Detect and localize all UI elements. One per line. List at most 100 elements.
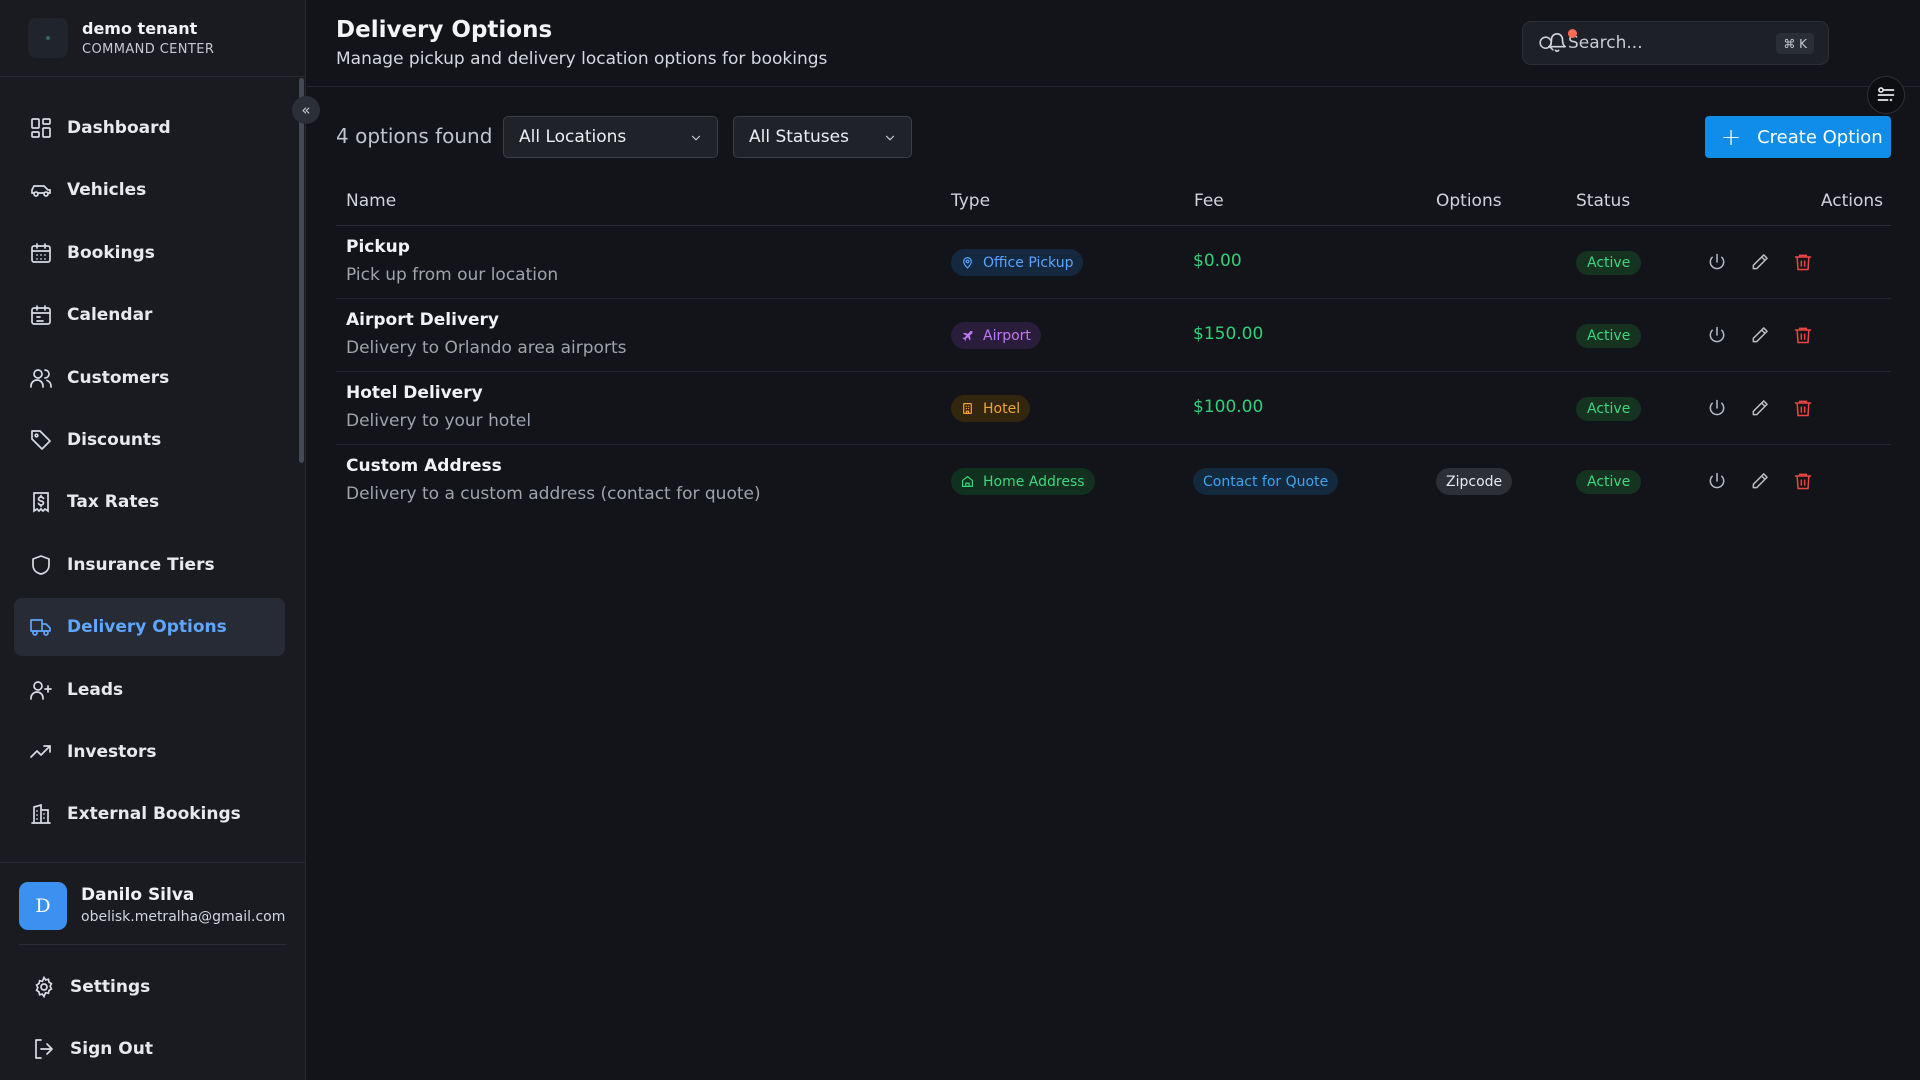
type-label: Home Address — [983, 473, 1085, 490]
calendar-days-icon — [31, 242, 51, 263]
pencil-icon[interactable] — [1750, 471, 1770, 491]
table-row[interactable]: Pickup Pick up from our location Office … — [336, 226, 1891, 299]
sidebar-item-label: Customers — [67, 367, 170, 388]
sidebar-item-investors[interactable]: Investors — [14, 723, 285, 781]
settings-button[interactable]: Settings — [32, 975, 150, 999]
log-out-icon — [35, 1039, 53, 1059]
option-description: Pick up from our location — [346, 265, 559, 285]
sidebar-item-external-bookings[interactable]: External Bookings — [14, 785, 285, 843]
status-filter-select[interactable]: All Statuses — [733, 116, 912, 158]
user-name: Danilo Silva — [81, 885, 195, 905]
create-option-button[interactable]: + Create Option — [1705, 116, 1891, 158]
column-header-status[interactable]: Status — [1576, 191, 1630, 211]
sidebar-item-label: Vehicles — [67, 180, 147, 201]
plane-icon — [962, 331, 973, 341]
sidebar-item-label: Insurance Tiers — [67, 554, 215, 575]
sidebar-item-tax-rates[interactable]: Tax Rates — [14, 473, 285, 531]
column-header-type[interactable]: Type — [951, 191, 990, 211]
column-header-fee[interactable]: Fee — [1194, 191, 1224, 211]
brand-subtitle: COMMAND CENTER — [82, 42, 215, 57]
sidebar-item-label: Delivery Options — [67, 617, 227, 638]
chevron-down-icon — [885, 135, 895, 141]
sidebar-item-discounts[interactable]: Discounts — [14, 411, 285, 469]
pencil-icon[interactable] — [1750, 398, 1770, 418]
type-badge: Home Address — [951, 468, 1095, 495]
dashboard-icon — [31, 118, 51, 138]
search-placeholder: Search... — [1568, 33, 1643, 53]
sidebar-item-label: Dashboard — [67, 118, 171, 138]
trash-icon[interactable] — [1793, 252, 1813, 272]
search-input[interactable]: Search... ⌘ K — [1522, 21, 1829, 65]
trash-icon[interactable] — [1793, 325, 1813, 345]
sign-out-label: Sign Out — [70, 1039, 153, 1059]
type-badge: Airport — [951, 322, 1041, 349]
notification-dot — [1568, 29, 1577, 38]
trash-icon[interactable] — [1793, 398, 1813, 418]
pencil-icon[interactable] — [1750, 252, 1770, 272]
avatar: D — [19, 882, 67, 930]
column-header-name[interactable]: Name — [346, 191, 396, 211]
chevron-down-icon — [691, 135, 701, 141]
map-pin-icon — [963, 257, 972, 269]
type-badge: Office Pickup — [951, 249, 1084, 276]
type-badge: Hotel — [951, 395, 1031, 422]
gear-icon — [35, 975, 53, 999]
sidebar-item-customers[interactable]: Customers — [14, 349, 285, 407]
sidebar-scrollbar[interactable] — [299, 78, 304, 463]
page-title: Delivery Options — [336, 17, 553, 43]
sign-out-button[interactable]: Sign Out — [32, 1037, 153, 1061]
sidebar-item-calendar[interactable]: Calendar — [14, 286, 285, 344]
table-row[interactable]: Hotel Delivery Delivery to your hotel Ho… — [336, 372, 1891, 445]
bell-icon[interactable] — [1546, 32, 1568, 54]
home-icon — [962, 476, 973, 487]
table-row[interactable]: Custom Address Delivery to a custom addr… — [336, 445, 1891, 518]
sidebar-item-vehicles[interactable]: Vehicles — [14, 161, 285, 219]
sliders-icon — [1877, 87, 1895, 102]
building-icon — [31, 804, 51, 825]
fee-value: $100.00 — [1193, 397, 1264, 417]
collapse-sidebar-button[interactable]: « — [292, 96, 320, 124]
sidebar-item-label: Calendar — [67, 305, 153, 326]
status-badge: Active — [1576, 470, 1642, 494]
car-icon — [31, 185, 51, 198]
status-badge: Active — [1576, 251, 1642, 275]
results-count: 4 options found — [336, 124, 493, 148]
option-name: Pickup — [346, 237, 410, 257]
sidebar-item-insurance-tiers[interactable]: Insurance Tiers — [14, 536, 285, 594]
user-plus-icon — [30, 680, 52, 700]
fee-value: $150.00 — [1193, 324, 1264, 344]
pencil-icon[interactable] — [1750, 325, 1770, 345]
user-email: obelisk.metralha@gmail.com — [81, 909, 286, 925]
status-badge: Active — [1576, 324, 1642, 348]
status-filter-value: All Statuses — [749, 127, 849, 147]
sidebar-item-dashboard[interactable]: Dashboard — [14, 99, 285, 157]
truck-icon — [30, 619, 51, 636]
sidebar-item-delivery-options[interactable]: Delivery Options — [14, 598, 285, 657]
option-name: Airport Delivery — [346, 310, 500, 330]
calendar-icon — [31, 305, 51, 326]
table-row[interactable]: Airport Delivery Delivery to Orlando are… — [336, 299, 1891, 372]
sidebar-item-leads[interactable]: Leads — [14, 661, 285, 719]
power-icon[interactable] — [1707, 325, 1727, 345]
receipt-dollar-icon — [33, 492, 49, 513]
power-icon[interactable] — [1707, 398, 1727, 418]
fee-value: $0.00 — [1193, 251, 1242, 271]
brand[interactable]: demo tenant COMMAND CENTER — [0, 0, 305, 77]
trash-icon[interactable] — [1793, 471, 1813, 491]
preferences-button[interactable] — [1867, 76, 1905, 114]
location-filter-select[interactable]: All Locations — [503, 116, 718, 158]
sidebar-item-label: Tax Rates — [67, 492, 160, 513]
power-icon[interactable] — [1707, 252, 1727, 272]
sidebar-item-label: Bookings — [67, 242, 155, 263]
user-profile[interactable]: D Danilo Silva obelisk.metralha@gmail.co… — [0, 862, 306, 945]
sidebar: demo tenant COMMAND CENTER Dashboard Veh… — [0, 0, 306, 1080]
column-header-options[interactable]: Options — [1436, 191, 1502, 211]
shield-icon — [32, 554, 50, 575]
power-icon[interactable] — [1707, 471, 1727, 491]
table-header: Name Type Fee Options Status Actions — [336, 180, 1891, 226]
column-header-actions: Actions — [1820, 191, 1883, 211]
sidebar-item-bookings[interactable]: Bookings — [14, 224, 285, 282]
sidebar-item-label: Leads — [67, 679, 124, 700]
location-filter-value: All Locations — [519, 127, 627, 147]
settings-label: Settings — [70, 977, 151, 997]
